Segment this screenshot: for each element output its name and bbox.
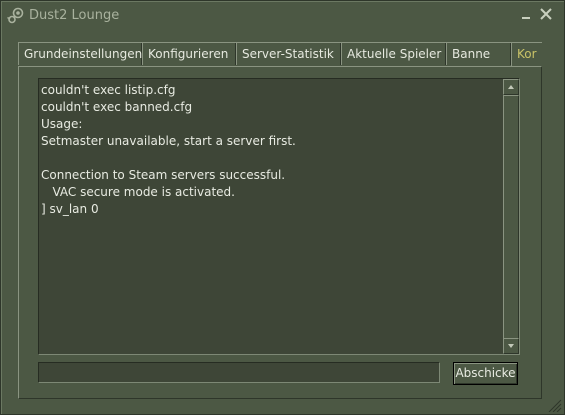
minimize-icon <box>522 17 530 19</box>
scroll-down-button[interactable] <box>503 338 519 354</box>
console-line: Usage: <box>41 117 83 131</box>
resize-grip-icon[interactable] <box>546 398 562 412</box>
tab-label: Aktuelle Spieler <box>347 47 442 61</box>
scroll-thumb[interactable] <box>503 95 519 340</box>
tab-label: Kor <box>517 47 537 61</box>
tab-label: Konfigurieren <box>148 47 229 61</box>
tab-aktuelle-spieler[interactable]: Aktuelle Spieler <box>341 42 447 65</box>
tab-server-statistik[interactable]: Server-Statistik <box>236 42 342 65</box>
console-scrollbar[interactable] <box>503 79 519 354</box>
close-icon <box>540 8 552 20</box>
tab-grundeinstellungen[interactable]: Grundeinstellungen <box>18 42 143 65</box>
console-text: couldn't exec listip.cfg couldn't exec ba… <box>41 82 496 218</box>
minimize-button[interactable] <box>518 6 534 22</box>
close-button[interactable] <box>538 6 554 22</box>
server-window: Dust2 Lounge Grundeinstellungen Konfigur… <box>0 0 565 415</box>
tab-strip: Grundeinstellungen Konfigurieren Server-… <box>18 42 542 66</box>
steam-icon <box>7 7 24 24</box>
console-line: ] sv_lan 0 <box>41 202 99 216</box>
tab-label: Banne <box>452 47 491 61</box>
command-input[interactable] <box>38 362 440 383</box>
tab-banne[interactable]: Banne <box>446 42 512 65</box>
tab-konsole[interactable]: Kor <box>511 42 542 66</box>
console-output[interactable]: couldn't exec listip.cfg couldn't exec ba… <box>38 78 520 355</box>
console-line: VAC secure mode is activated. <box>41 185 235 199</box>
arrow-down-icon <box>508 344 514 348</box>
arrow-up-icon <box>508 85 514 89</box>
title-bar[interactable]: Dust2 Lounge <box>1 1 565 31</box>
console-line: Connection to Steam servers successful. <box>41 168 286 182</box>
window-title: Dust2 Lounge <box>29 8 120 23</box>
tab-label: Server-Statistik <box>242 47 334 61</box>
submit-button[interactable]: Abschicke <box>453 362 518 385</box>
scroll-up-button[interactable] <box>503 79 519 95</box>
console-line: couldn't exec banned.cfg <box>41 100 193 114</box>
console-line: Setmaster unavailable, start a server fi… <box>41 134 296 148</box>
tab-label: Grundeinstellungen <box>24 47 143 61</box>
tab-konfigurieren[interactable]: Konfigurieren <box>142 42 237 65</box>
console-line: couldn't exec listip.cfg <box>41 83 176 97</box>
